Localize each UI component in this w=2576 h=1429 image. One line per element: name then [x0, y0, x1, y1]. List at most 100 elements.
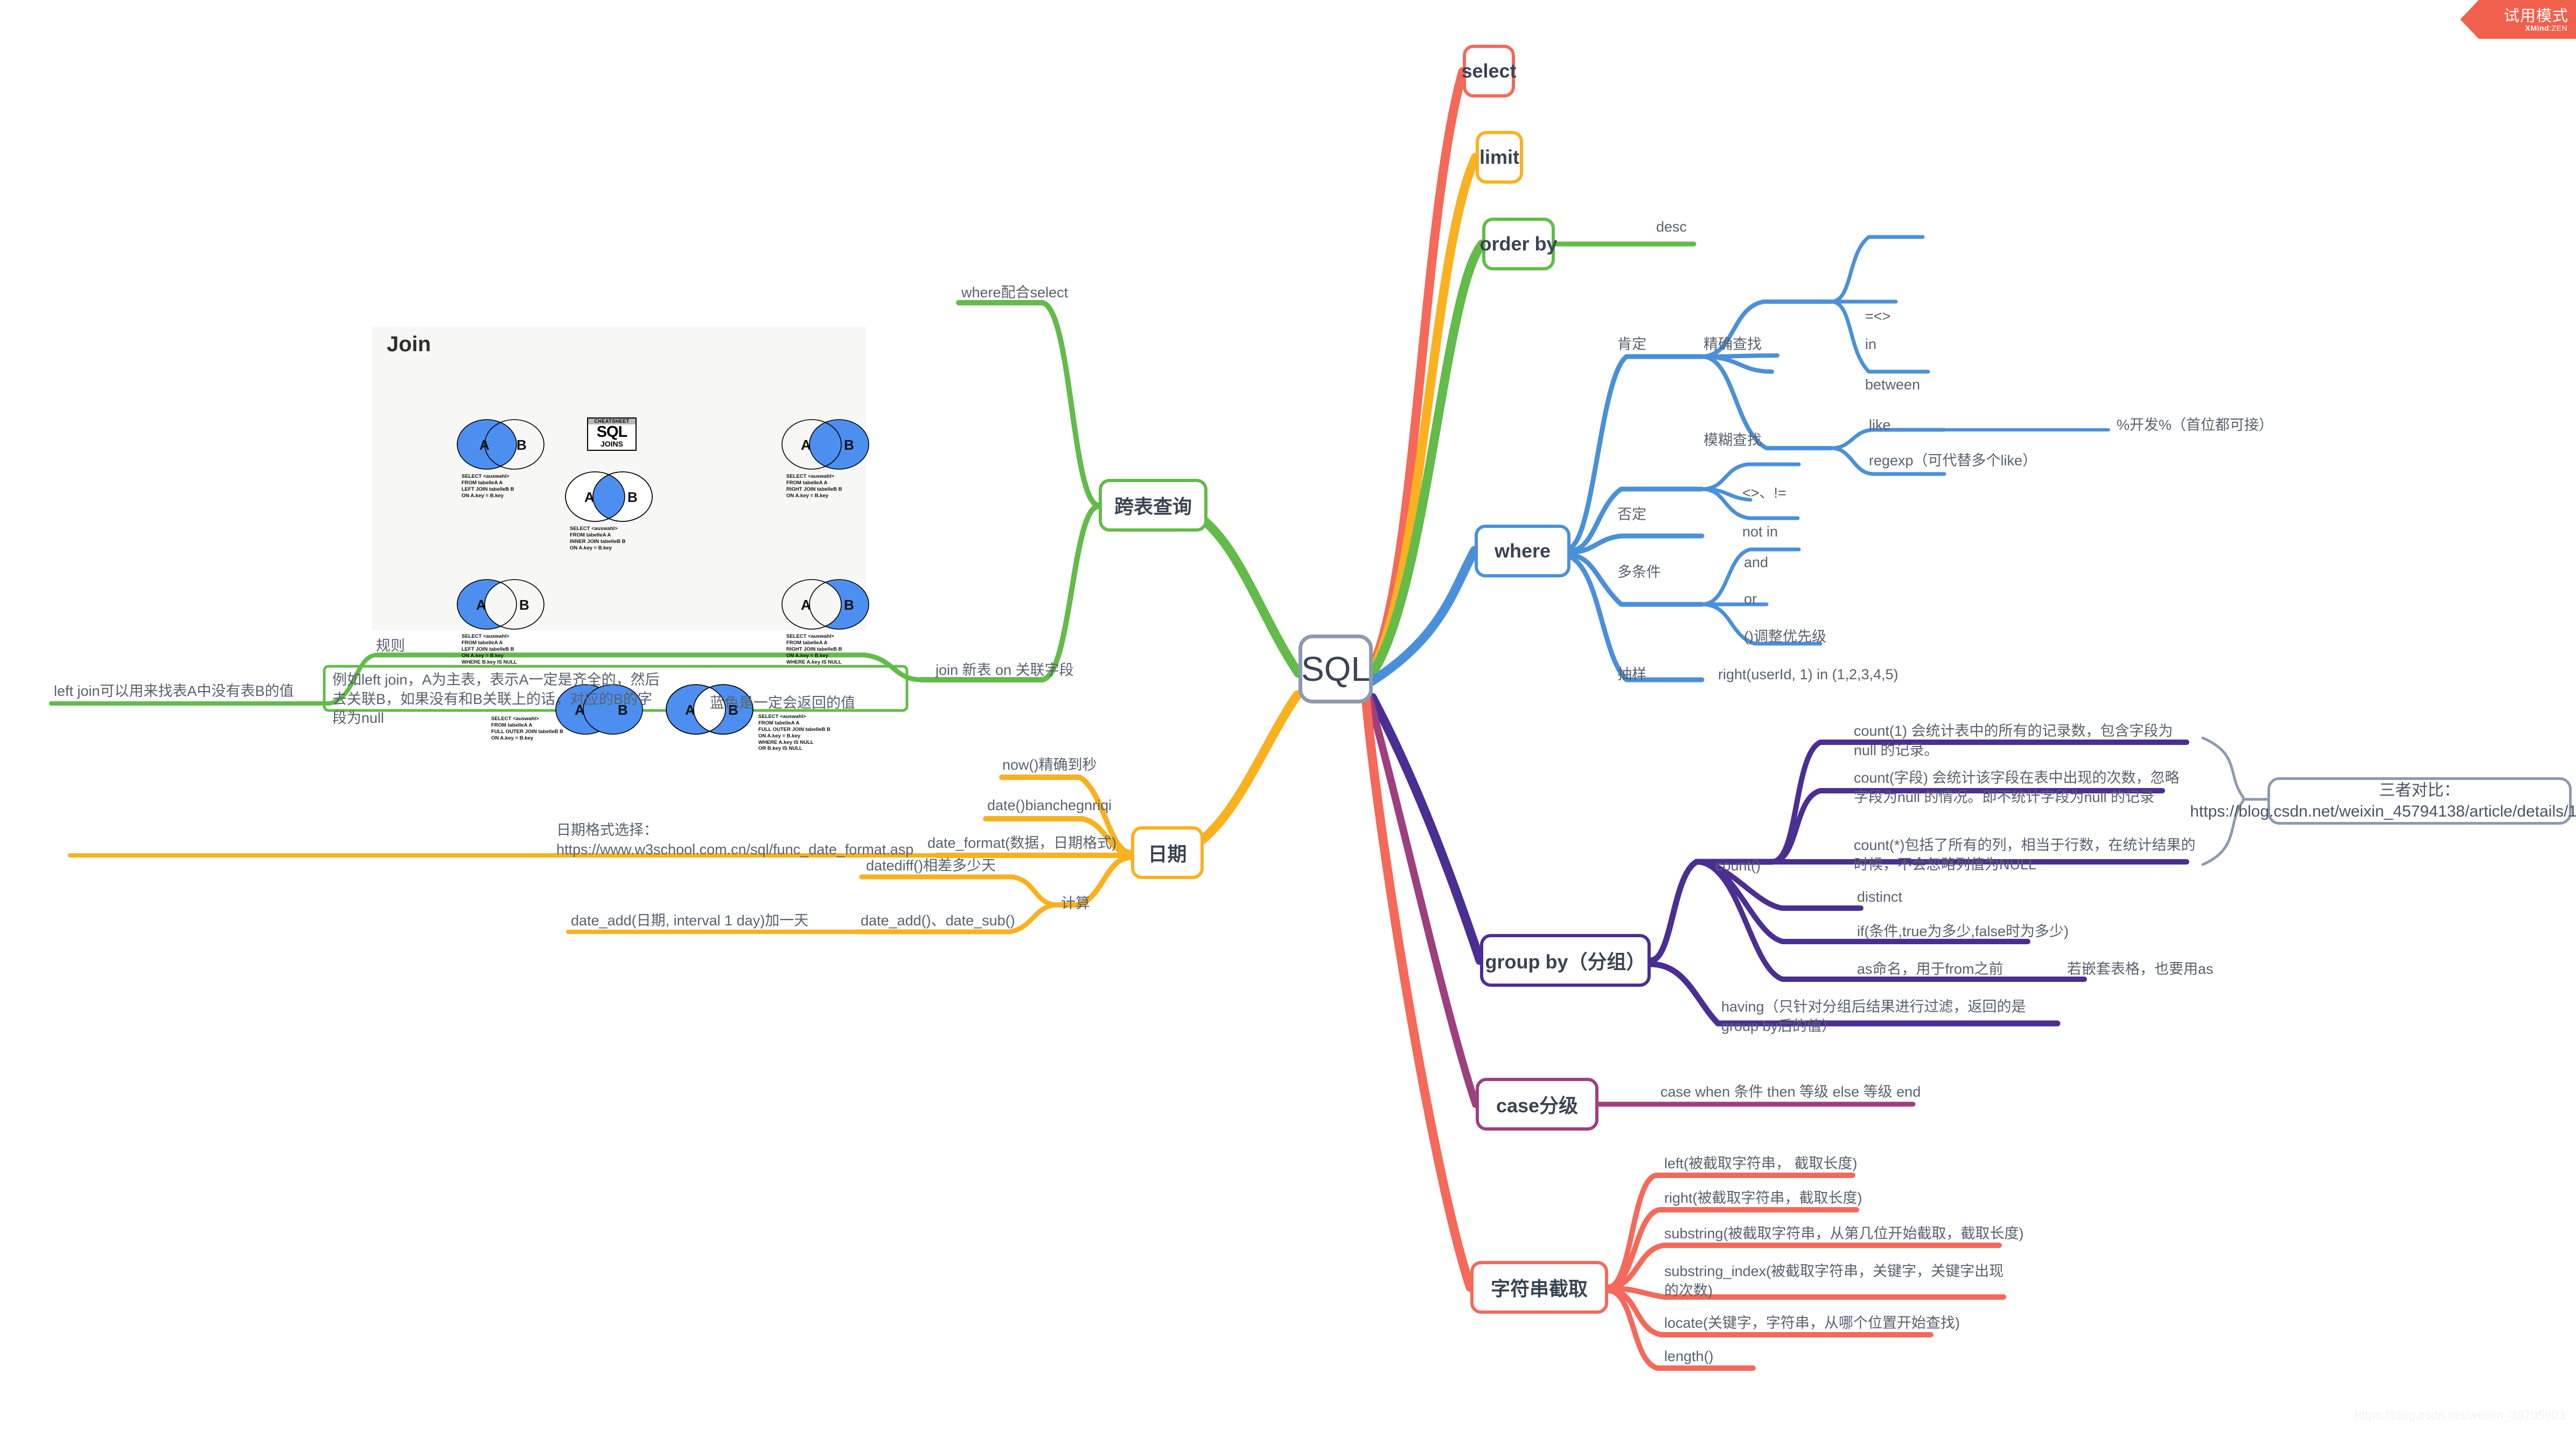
leaf-cross-join-rule-detail[interactable]: 例如left join，A为主表，表示A一定是齐全的，然后去关联B，如果没有和B… — [332, 671, 661, 728]
leaf-group-by-distinct[interactable]: distinct — [1857, 888, 1902, 907]
leaf-where-op-or[interactable]: or — [1744, 590, 1757, 609]
leaf-date-format-doc-link[interactable]: 日期格式选择：https://www.w3school.com.cn/sql/f… — [556, 821, 913, 859]
leaf-count-star[interactable]: count(*)包括了所有的列，相当于行数，在统计结果的时候，不会忽略列值为NU… — [1854, 836, 2198, 874]
leaf-date-add-example[interactable]: date_add(日期, interval 1 day)加一天 — [571, 911, 808, 931]
branch-node-select[interactable]: select — [1461, 45, 1517, 97]
svg-text:A: A — [685, 702, 695, 718]
venn-code-left-join-exclusive: SELECT <auswahl> FROM tabelleA A LEFT JO… — [462, 633, 517, 665]
svg-text:B: B — [627, 489, 638, 505]
trial-mode-badge[interactable]: 试用模式 XMind:ZEN — [2460, 0, 2576, 39]
root-label: SQL — [1301, 650, 1371, 688]
leaf-where-op-parens[interactable]: ()调整优先级 — [1744, 628, 1826, 647]
leaf-group-by-as-nested-note[interactable]: 若嵌套表格，也要用as — [2067, 960, 2214, 979]
leaf-date-format[interactable]: date_format(数据，日期格式) — [927, 834, 1116, 853]
branch-label-order-by: order by — [1479, 233, 1558, 255]
branch-label-group-by: group by（分组） — [1485, 951, 1646, 973]
venn-code-left-join: SELECT <auswahl> FROM tabelleA A LEFT JO… — [462, 473, 514, 499]
leaf-where-op-eq[interactable]: =<> — [1865, 307, 1890, 326]
branch-label-select: select — [1461, 60, 1517, 82]
venn-code-right-join: SELECT <auswahl> FROM tabelleA A RIGHT J… — [786, 473, 842, 499]
leaf-count-field[interactable]: count(字段) 会统计该字段在表中出现的次数，忽略字段为null 的情况。即… — [1854, 769, 2188, 807]
leaf-order-by-desc[interactable]: desc — [1656, 218, 1687, 237]
leaf-count-1[interactable]: count(1) 会统计表中的所有的记录数，包含字段为null 的记录。 — [1854, 722, 2188, 760]
join-image-title: Join — [387, 332, 431, 356]
leaf-group-by-if[interactable]: if(条件,true为多少,false时为多少) — [1857, 922, 2069, 942]
leaf-string-right[interactable]: right(被截取字符串，截取长度) — [1664, 1189, 1862, 1208]
callout-count-comparison-link[interactable]: 三者对比：https://blog.csdn.net/weixin_457941… — [2190, 777, 2576, 825]
branch-label-case-grade: case分级 — [1496, 1095, 1579, 1117]
svg-text:B: B — [519, 597, 529, 613]
trial-badge-brand: XMind:ZEN — [2525, 24, 2567, 32]
leaf-where-op-between[interactable]: between — [1865, 375, 1920, 395]
svg-text:A: A — [584, 489, 595, 505]
branch-node-date[interactable]: 日期 — [1131, 826, 1204, 879]
venn-right-join: A B SELECT <auswahl> FROM tabelleA A RIG… — [778, 417, 872, 499]
venn-left-join: A B SELECT <auswahl> FROM tabelleA A LEF… — [453, 417, 548, 499]
branch-label-date: 日期 — [1148, 843, 1187, 865]
sql-joins-logo: CHEATSHEET SQL JOINS — [587, 417, 637, 451]
leaf-group-by-count[interactable]: count() — [1715, 856, 1761, 876]
branch-node-group-by[interactable]: group by（分组） — [1480, 934, 1651, 987]
leaf-where-sampling[interactable]: 抽样 — [1617, 665, 1646, 685]
svg-text:A: A — [801, 437, 811, 453]
leaf-string-length[interactable]: length() — [1664, 1347, 1714, 1367]
leaf-where-op-regexp[interactable]: regexp（可代替多个like） — [1869, 451, 2037, 471]
leaf-where-op-like[interactable]: like — [1869, 416, 1891, 435]
leaf-where-negative[interactable]: 否定 — [1617, 505, 1646, 525]
leaf-string-substring-index[interactable]: substring_index(被截取字符串，关键字，关键字出现的次数) — [1664, 1262, 2005, 1300]
leaf-string-substring[interactable]: substring(被截取字符串，从第几位开始截取，截取长度) — [1664, 1224, 2024, 1244]
leaf-date-calc[interactable]: 计算 — [1061, 894, 1090, 914]
branch-node-limit[interactable]: limit — [1476, 131, 1523, 184]
venn-right-join-exclusive: A B SELECT <auswahl> FROM tabelleA A RIG… — [778, 577, 872, 665]
leaf-where-like-example[interactable]: %开发%（首位都可接） — [2117, 416, 2273, 435]
svg-text:B: B — [516, 437, 527, 453]
leaf-date-now[interactable]: now()精确到秒 — [1002, 756, 1097, 775]
leaf-where-op-neq[interactable]: <>、!= — [1742, 484, 1786, 503]
venn-left-join-exclusive: A B SELECT <auswahl> FROM tabelleA A LEF… — [453, 577, 548, 665]
leaf-date-datediff[interactable]: datediff()相差多少天 — [866, 856, 996, 876]
leaf-string-locate[interactable]: locate(关键字，字符串，从哪个位置开始查找) — [1664, 1314, 1960, 1333]
leaf-where-fuzzy-search[interactable]: 模糊查找 — [1704, 431, 1762, 450]
leaf-string-left[interactable]: left(被截取字符串， 截取长度) — [1664, 1154, 1858, 1174]
svg-text:B: B — [844, 437, 854, 453]
leaf-case-when-syntax[interactable]: case when 条件 then 等级 else 等级 end — [1660, 1083, 1921, 1102]
svg-text:A: A — [476, 597, 486, 613]
branch-label-where: where — [1494, 540, 1551, 562]
branch-label-string-cut: 字符串截取 — [1490, 1278, 1588, 1300]
branch-node-order-by[interactable]: order by — [1479, 218, 1558, 270]
leaf-cross-where-with-select[interactable]: where配合select — [961, 283, 1068, 303]
leaf-date-add-sub[interactable]: date_add()、date_sub() — [861, 911, 1015, 931]
leaf-cross-join-rules[interactable]: 规则 — [376, 637, 405, 656]
svg-text:A: A — [479, 437, 490, 453]
mindmap-canvas: SQL select limit order by where group by… — [0, 0, 2576, 1429]
venn-code-right-join-exclusive: SELECT <auswahl> FROM tabelleA A RIGHT J… — [786, 633, 842, 665]
leaf-cross-join-blue-note[interactable]: 蓝色是一定会返回的值 — [710, 694, 855, 713]
leaf-where-op-in[interactable]: in — [1865, 335, 1876, 354]
leaf-where-positive[interactable]: 肯定 — [1617, 335, 1646, 354]
callout-count-comparison-text: 三者对比：https://blog.csdn.net/weixin_457941… — [2190, 782, 2576, 820]
trial-badge-title: 试用模式 — [2503, 8, 2568, 25]
leaf-where-multi-condition[interactable]: 多条件 — [1617, 563, 1661, 582]
branch-node-case-grade[interactable]: case分级 — [1476, 1078, 1598, 1131]
leaf-where-sampling-example[interactable]: right(userId, 1) in (1,2,3,4,5) — [1718, 665, 1898, 685]
leaf-cross-join-on[interactable]: join 新表 on 关联字段 — [936, 661, 1074, 680]
branch-node-cross-table[interactable]: 跨表查询 — [1099, 479, 1207, 532]
leaf-cross-left-join-usage[interactable]: left join可以用来找表A中没有表B的值 — [54, 682, 294, 701]
leaf-date-date-fn[interactable]: date()bianchegnriqi — [987, 796, 1112, 815]
join-cheatsheet-image: Join CHEATSHEET SQL JOINS A B SELECT <au… — [372, 327, 869, 751]
logo-joins-text: JOINS — [600, 440, 623, 448]
logo-sql-text: SQL — [596, 423, 628, 441]
venn-code-inner-join: SELECT <auswahl> FROM tabelleA A INNER J… — [570, 526, 626, 551]
branch-node-string-cut[interactable]: 字符串截取 — [1470, 1261, 1608, 1314]
svg-text:A: A — [801, 597, 811, 613]
leaf-group-by-having[interactable]: having（只针对分组后结果进行过滤，返回的是group by后的值） — [1721, 998, 2056, 1036]
venn-inner-join: A B SELECT <auswahl> FROM tabelleA A INN… — [562, 470, 656, 552]
leaf-where-exact-search[interactable]: 精确查找 — [1704, 335, 1762, 354]
leaf-where-op-not-in[interactable]: not in — [1742, 522, 1778, 542]
branch-label-limit: limit — [1479, 146, 1520, 168]
branch-node-where[interactable]: where — [1475, 525, 1570, 577]
leaf-where-op-and[interactable]: and — [1744, 553, 1768, 573]
venn-code-full-outer-join-exclusive: SELECT <auswahl> FROM tabelleA A FULL OU… — [758, 714, 830, 752]
root-node-sql[interactable]: SQL — [1299, 635, 1373, 703]
leaf-group-by-as[interactable]: as命名，用于from之前 — [1857, 960, 2003, 979]
